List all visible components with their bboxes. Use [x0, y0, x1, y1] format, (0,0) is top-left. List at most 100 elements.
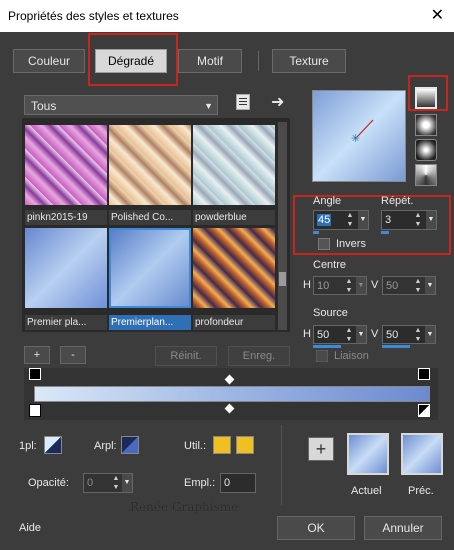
- arrow-right-icon[interactable]: ➜: [271, 92, 284, 112]
- angle-slider[interactable]: [313, 231, 319, 234]
- source-v-spinner[interactable]: 50 ▲ ▼ ▼: [382, 325, 436, 344]
- gradient-preview[interactable]: ✳: [312, 90, 406, 182]
- angle-spin-arrows-icon[interactable]: ▲ ▼: [344, 211, 356, 229]
- centre-v-label: V: [371, 279, 379, 291]
- centre-h-spinner[interactable]: 10 ▲ ▼ ▼: [313, 276, 367, 295]
- angle-label: Angle: [313, 195, 342, 207]
- previous-preview-swatch[interactable]: [401, 433, 443, 475]
- link-checkbox[interactable]: [316, 350, 328, 362]
- invert-checkbox[interactable]: [318, 238, 330, 250]
- previous-preview-label: Préc.: [408, 485, 434, 497]
- gradient-direction-handle[interactable]: ✳: [313, 91, 405, 181]
- add-gradient-button[interactable]: +: [24, 346, 50, 364]
- link-label: Liaison: [334, 350, 369, 362]
- tab-couleur[interactable]: Couleur: [13, 49, 85, 73]
- gradient-thumb-4[interactable]: [25, 228, 107, 308]
- gradient-thumb-1[interactable]: [25, 125, 107, 205]
- gradient-bar[interactable]: [34, 386, 430, 402]
- gradient-label-2: Polished Co...: [109, 210, 191, 225]
- repeat-dropdown-icon[interactable]: ▼: [426, 211, 436, 229]
- source-h-slider[interactable]: [313, 345, 341, 348]
- current-preview-swatch[interactable]: [347, 433, 389, 475]
- source-h-label: H: [303, 328, 311, 340]
- user-swatch-2[interactable]: [236, 436, 254, 454]
- scrollbar-thumb[interactable]: [279, 272, 286, 286]
- centre-v-spinner[interactable]: 50 ▲ ▼ ▼: [382, 276, 436, 295]
- transparency-stop-right[interactable]: [418, 368, 430, 380]
- opacity-label: Opacité:: [28, 477, 69, 489]
- remove-gradient-button[interactable]: -: [60, 346, 86, 364]
- cancel-button[interactable]: Annuler: [364, 516, 442, 540]
- invert-label: Invers: [336, 238, 366, 250]
- color-stop-left[interactable]: [29, 404, 41, 417]
- close-icon[interactable]: ✕: [431, 5, 444, 25]
- source-label: Source: [313, 307, 348, 319]
- highlight-box-tab: [88, 33, 178, 86]
- source-v-dropdown-icon[interactable]: ▼: [425, 326, 435, 343]
- add-swatch-button[interactable]: +: [308, 437, 334, 461]
- centre-v-value: 50: [386, 280, 399, 292]
- sunburst-gradient-type-icon[interactable]: [415, 164, 437, 186]
- color-stop-right[interactable]: [418, 404, 430, 417]
- window-title: Propriétés des styles et textures: [8, 9, 179, 23]
- source-h-spin-arrows-icon[interactable]: ▲ ▼: [343, 326, 355, 343]
- opacity-spinner[interactable]: 0 ▲ ▼ ▼: [83, 473, 133, 493]
- source-v-label: V: [371, 328, 379, 340]
- source-v-slider[interactable]: [382, 345, 410, 348]
- gradient-thumb-5-selected[interactable]: [109, 228, 191, 308]
- radial-gradient-type-icon[interactable]: [415, 139, 437, 161]
- reset-button[interactable]: Réinit.: [155, 346, 217, 366]
- centre-v-dropdown-icon[interactable]: ▼: [425, 277, 435, 294]
- tab-divider: [258, 51, 259, 71]
- gradient-thumb-3[interactable]: [193, 125, 275, 205]
- highlight-box-type: [408, 75, 448, 111]
- location-field[interactable]: 0: [220, 473, 256, 493]
- category-dropdown[interactable]: Tous ▼: [24, 95, 218, 115]
- repeat-label: Répét.: [381, 195, 414, 207]
- user-swatch-1[interactable]: [213, 436, 231, 454]
- document-icon[interactable]: [236, 94, 250, 110]
- gradient-label-1: pinkn2015-19: [25, 210, 107, 225]
- tab-texture[interactable]: Texture: [272, 49, 346, 73]
- gradient-thumb-6[interactable]: [193, 228, 275, 308]
- angle-dropdown-icon[interactable]: ▼: [358, 211, 368, 229]
- list-scrollbar[interactable]: [278, 122, 287, 330]
- centre-h-dropdown-icon[interactable]: ▼: [356, 277, 366, 294]
- gradient-label-4: Premier pla...: [25, 315, 107, 330]
- centre-h-spin-arrows-icon[interactable]: ▲ ▼: [343, 277, 355, 294]
- current-preview-label: Actuel: [351, 485, 382, 497]
- opacity-spin-arrows-icon[interactable]: ▲ ▼: [110, 474, 122, 492]
- help-link[interactable]: Aide: [19, 522, 41, 534]
- opacity-dropdown-icon[interactable]: ▼: [122, 474, 132, 492]
- save-gradient-button[interactable]: Enreg.: [228, 346, 290, 366]
- back-plane-swatch[interactable]: [121, 436, 139, 454]
- repeat-slider[interactable]: [381, 231, 389, 234]
- preview-divider: [281, 425, 282, 505]
- source-h-dropdown-icon[interactable]: ▼: [356, 326, 366, 343]
- gradient-label-3: powderblue: [193, 210, 275, 225]
- source-v-value: 50: [386, 329, 399, 341]
- rectangular-gradient-type-icon[interactable]: [415, 114, 437, 136]
- angle-spinner[interactable]: 45 ▲ ▼ ▼: [313, 210, 369, 230]
- chevron-down-icon: ▼: [204, 101, 213, 111]
- back-plane-label: Arpl:: [94, 440, 117, 452]
- transparency-stop-left[interactable]: [29, 368, 41, 380]
- source-h-spinner[interactable]: 50 ▲ ▼ ▼: [313, 325, 367, 344]
- centre-h-value: 10: [317, 280, 330, 292]
- location-value: 0: [224, 477, 231, 489]
- repeat-value: 3: [385, 214, 392, 226]
- source-v-spin-arrows-icon[interactable]: ▲ ▼: [412, 326, 424, 343]
- svg-text:✳: ✳: [351, 132, 360, 145]
- centre-v-spin-arrows-icon[interactable]: ▲ ▼: [412, 277, 424, 294]
- angle-value: 45: [317, 214, 332, 226]
- title-bar: Propriétés des styles et textures ✕: [0, 0, 454, 32]
- repeat-spin-arrows-icon[interactable]: ▲ ▼: [412, 211, 424, 229]
- tab-motif[interactable]: Motif: [178, 49, 242, 73]
- first-plane-swatch[interactable]: [44, 436, 62, 454]
- repeat-spinner[interactable]: 3 ▲ ▼ ▼: [381, 210, 437, 230]
- ok-button[interactable]: OK: [277, 516, 355, 540]
- source-h-value: 50: [317, 329, 330, 341]
- centre-label: Centre: [313, 259, 347, 271]
- category-dropdown-value: Tous: [31, 99, 57, 113]
- gradient-thumb-2[interactable]: [109, 125, 191, 205]
